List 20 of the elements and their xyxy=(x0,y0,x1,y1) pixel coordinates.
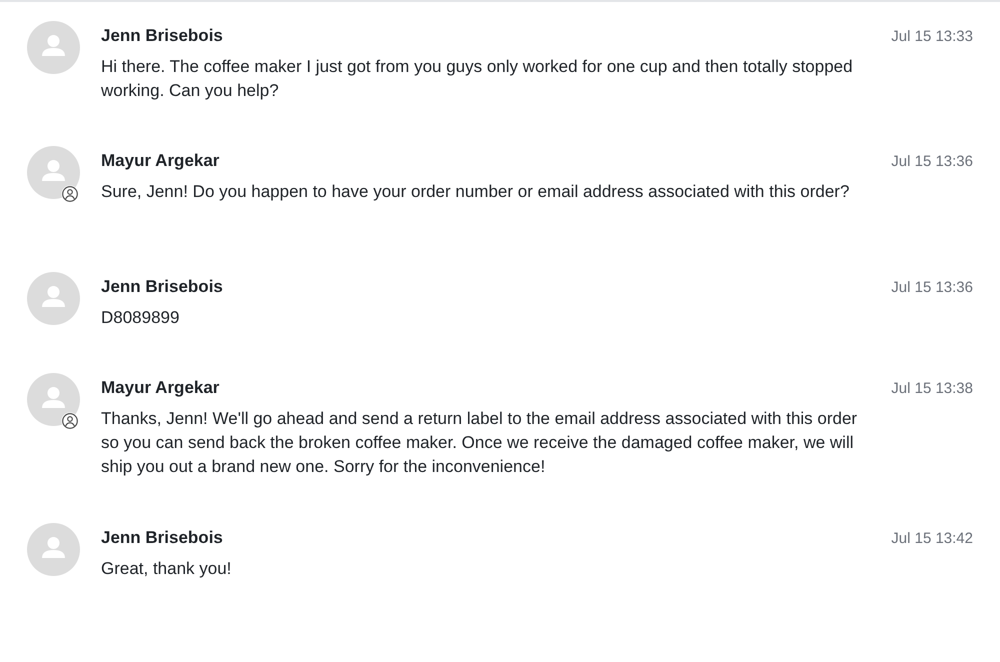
avatar-icon xyxy=(27,373,80,426)
author-name: Jenn Brisebois xyxy=(101,527,223,549)
avatar-icon xyxy=(27,146,80,199)
avatar-icon xyxy=(27,272,80,325)
message-time: Jul 15 13:38 xyxy=(891,380,973,397)
message-text: Sure, Jenn! Do you happen to have your order number or email address associated with this order? xyxy=(101,181,850,203)
author-name: Jenn Brisebois xyxy=(101,276,223,298)
avatar-icon xyxy=(27,21,80,74)
author-name: Jenn Brisebois xyxy=(101,25,223,47)
message-time: Jul 15 13:36 xyxy=(891,153,973,170)
message-time: Jul 15 13:33 xyxy=(891,28,973,45)
message-text: Hi there. The coffee maker I just got from you guys only worked for one cup and then totally stopped working. Can you help? xyxy=(101,56,854,102)
message-text: Great, thank you! xyxy=(101,558,232,580)
message-time: Jul 15 13:42 xyxy=(891,530,973,547)
author-name: Mayur Argekar xyxy=(101,377,220,399)
message-text: D8089899 xyxy=(101,307,180,329)
author-name: Mayur Argekar xyxy=(101,150,220,172)
avatar-icon xyxy=(27,523,80,576)
message-time: Jul 15 13:36 xyxy=(891,279,973,296)
message-text: Thanks, Jenn! We'll go ahead and send a return label to the email address associated with this order so you can send back the broken coffee maker. Once we receive the damaged coffee maker, we will ship you out a brand new one. Sorry for the inconvenience! xyxy=(101,408,858,478)
